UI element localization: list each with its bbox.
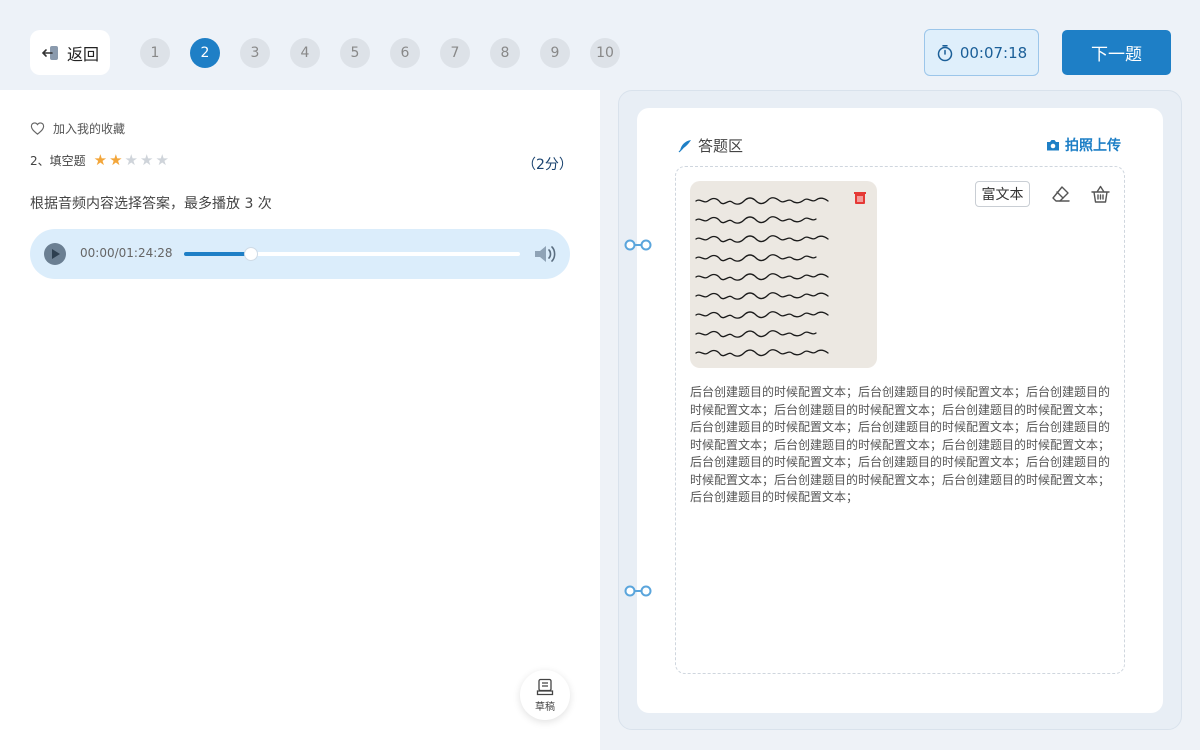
- photo-upload-button[interactable]: 拍照上传: [1046, 135, 1121, 155]
- eraser-icon[interactable]: [1050, 184, 1071, 205]
- feather-pen-icon: [678, 139, 691, 152]
- draft-label: 草稿: [535, 701, 555, 713]
- audio-progress-bar[interactable]: [184, 247, 520, 261]
- star-icon: ★: [109, 151, 123, 169]
- binder-ring-icon: [624, 239, 652, 251]
- binder-ring-icon: [624, 585, 652, 597]
- stopwatch-icon: [937, 44, 953, 61]
- handwritten-answer-image[interactable]: [690, 181, 877, 368]
- back-label: 返回: [66, 44, 99, 64]
- timer: 00:07:18: [924, 29, 1039, 76]
- question-number-2[interactable]: 2: [190, 38, 220, 68]
- answer-paragraph: 后台创建题目的时候配置文本；后台创建题目的时候配置文本；后台创建题目的时候配置文…: [690, 455, 1111, 504]
- question-number-1[interactable]: 1: [140, 38, 170, 68]
- back-arrow-icon: [41, 45, 58, 60]
- question-number-9[interactable]: 9: [540, 38, 570, 68]
- difficulty-stars: ★ ★ ★ ★ ★: [94, 153, 169, 168]
- answer-text: 后台创建题目的时候配置文本；后台创建题目的时候配置文本；后台创建题目的时候配置文…: [690, 384, 1112, 507]
- star-icon: ★: [140, 151, 154, 169]
- favorite-label: 加入我的收藏: [53, 122, 126, 136]
- question-number-5[interactable]: 5: [340, 38, 370, 68]
- star-icon: ★: [93, 151, 108, 169]
- question-navigator: 1 2 3 4 5 6 7 8 9 10: [140, 38, 620, 68]
- audio-progress-fill: [184, 252, 252, 256]
- basket-icon[interactable]: [1090, 184, 1111, 205]
- audio-progress-handle[interactable]: [244, 247, 259, 261]
- timer-value: 00:07:18: [959, 43, 1028, 62]
- handwriting-scribble: [695, 197, 829, 357]
- answer-area-title: 答题区: [678, 135, 743, 156]
- question-score: （2分）: [522, 157, 573, 173]
- camera-icon: [1047, 140, 1059, 151]
- trash-icon[interactable]: [853, 191, 867, 205]
- star-icon: ★: [155, 151, 169, 169]
- back-button[interactable]: 返回: [30, 30, 110, 75]
- question-number-8[interactable]: 8: [490, 38, 520, 68]
- question-panel: 加入我的收藏 2、填空题 ★ ★ ★ ★ ★ （2分） 根据音频内容选择答案，最多播放 …: [0, 90, 600, 750]
- answer-paragraph: 后台创建题目的时候配置文本；后台创建题目的时候配置文本；后台创建题目的时候配置文…: [690, 385, 1111, 452]
- star-icon: ★: [124, 151, 138, 169]
- question-number-6[interactable]: 6: [390, 38, 420, 68]
- question-number-3[interactable]: 3: [240, 38, 270, 68]
- photo-upload-label: 拍照上传: [1065, 138, 1121, 154]
- answer-title-label: 答题区: [698, 137, 744, 155]
- question-type-label: 2、填空题: [30, 154, 86, 168]
- question-number-4[interactable]: 4: [290, 38, 320, 68]
- speaker-icon[interactable]: [532, 242, 558, 266]
- audio-time: 00:00/01:24:28: [80, 246, 173, 260]
- question-prompt: 根据音频内容选择答案，最多播放 3 次: [30, 196, 272, 212]
- question-number-7[interactable]: 7: [440, 38, 470, 68]
- add-to-favorites[interactable]: 加入我的收藏: [30, 120, 125, 137]
- question-number-10[interactable]: 10: [590, 38, 620, 68]
- question-type: 2、填空题 ★ ★ ★ ★ ★: [30, 152, 169, 169]
- draft-button[interactable]: 草稿: [520, 670, 570, 720]
- rich-text-button[interactable]: 富文本: [975, 181, 1030, 207]
- heart-icon: [30, 122, 45, 135]
- draft-icon: [536, 678, 554, 695]
- next-question-button[interactable]: 下一题: [1062, 30, 1171, 75]
- play-icon[interactable]: [44, 243, 66, 265]
- audio-player: 00:00/01:24:28: [30, 229, 570, 279]
- top-bar: 返回 1 2 3 4 5 6 7 8 9 10 00:07:18 下一题: [0, 0, 1200, 90]
